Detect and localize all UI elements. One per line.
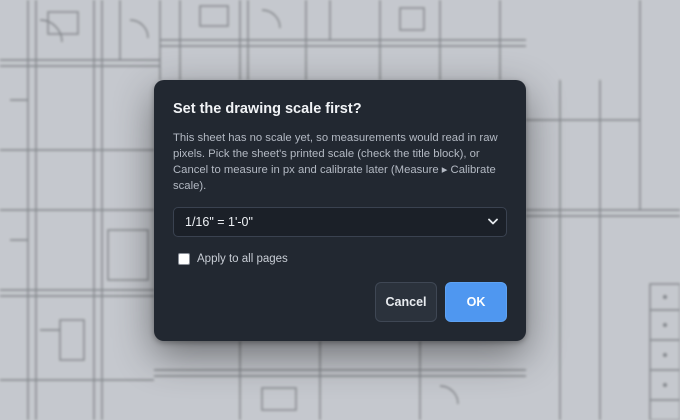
dialog-title: Set the drawing scale first? (173, 101, 362, 117)
set-scale-dialog: Set the drawing scale first? This sheet … (154, 80, 526, 341)
scale-select[interactable]: 1/16" = 1'-0" (173, 207, 507, 237)
ok-button[interactable]: OK (445, 282, 507, 322)
chevron-down-icon (488, 218, 498, 225)
scale-select-value: 1/16" = 1'-0" (185, 215, 253, 229)
dialog-actions: Cancel OK (375, 282, 507, 322)
apply-all-label[interactable]: Apply to all pages (197, 253, 288, 265)
cancel-button[interactable]: Cancel (375, 282, 437, 322)
apply-all-checkbox[interactable] (178, 253, 190, 265)
apply-all-row[interactable]: Apply to all pages (173, 251, 507, 267)
dialog-message: This sheet has no scale yet, so measurem… (173, 132, 498, 192)
